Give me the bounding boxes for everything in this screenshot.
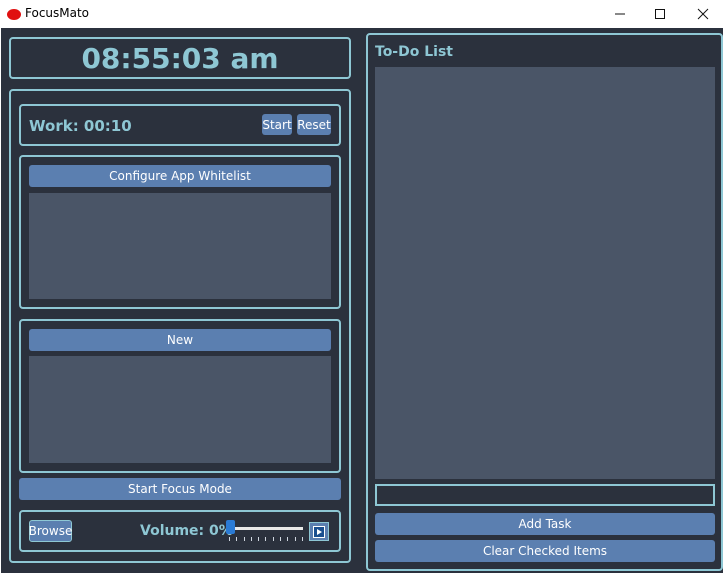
todo-title: To-Do List: [375, 44, 453, 60]
volume-label: Volume: 0%: [140, 523, 233, 539]
timer-panel: Work: 00:10: [19, 104, 341, 146]
minimize-button[interactable]: [598, 0, 642, 28]
volume-slider-track[interactable]: [229, 527, 303, 530]
browse-button[interactable]: Browse: [29, 520, 72, 542]
reset-button[interactable]: Reset: [297, 114, 331, 135]
close-icon: [697, 8, 709, 20]
maximize-button[interactable]: [638, 0, 682, 28]
work-timer-label: Work: 00:10: [29, 117, 132, 135]
volume-slider-ticks: [229, 537, 303, 541]
task-input[interactable]: [375, 484, 715, 506]
clock-display: 08:55:03 am: [81, 41, 279, 75]
tomato-icon: [7, 9, 21, 20]
start-button[interactable]: Start: [262, 114, 292, 135]
todo-list[interactable]: [375, 67, 715, 479]
play-icon: [313, 525, 325, 538]
new-button[interactable]: New: [29, 329, 331, 351]
play-button[interactable]: [309, 522, 329, 541]
window-title: FocusMato: [25, 6, 90, 20]
new-list[interactable]: [29, 356, 331, 463]
clock-panel: 08:55:03 am: [9, 37, 351, 79]
title-bar: FocusMato: [0, 0, 723, 28]
minimize-icon: [615, 13, 625, 15]
start-focus-mode-button[interactable]: Start Focus Mode: [19, 478, 341, 500]
maximize-icon: [655, 9, 665, 19]
clear-checked-button[interactable]: Clear Checked Items: [375, 540, 715, 562]
add-task-button[interactable]: Add Task: [375, 513, 715, 535]
close-button[interactable]: [681, 0, 723, 28]
whitelist-list[interactable]: [29, 193, 331, 299]
configure-whitelist-button[interactable]: Configure App Whitelist: [29, 165, 331, 187]
volume-slider-thumb[interactable]: [226, 520, 235, 534]
